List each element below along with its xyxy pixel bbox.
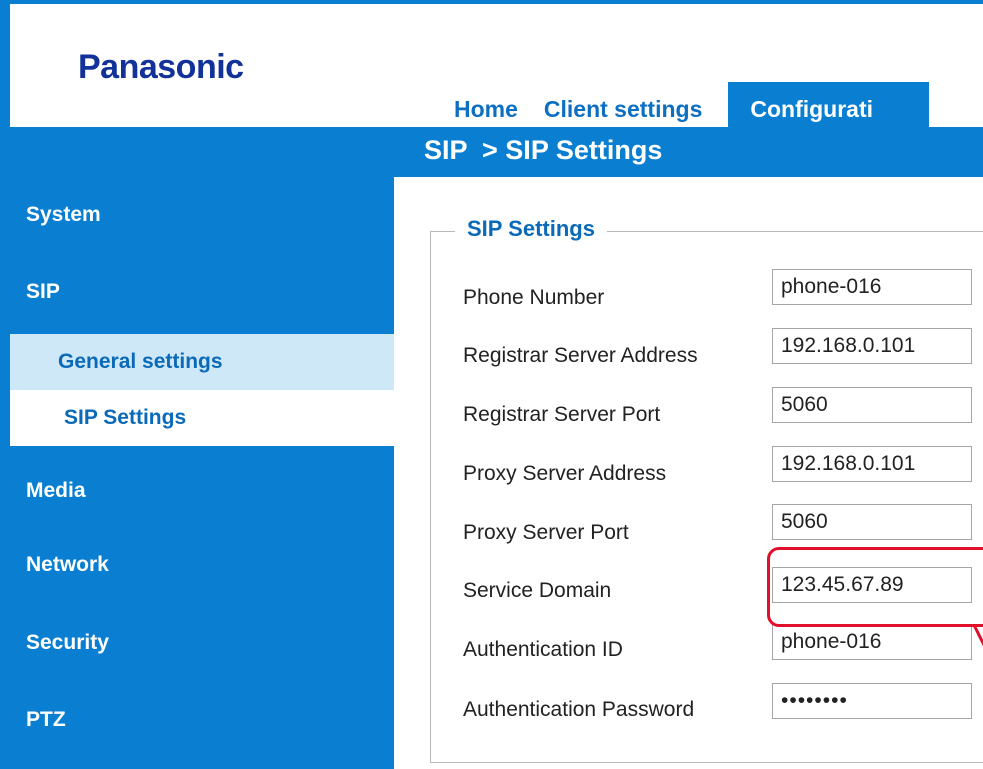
registrar-server-address-label: Registrar Server Address xyxy=(463,344,698,367)
sidebar-item-system[interactable]: System xyxy=(26,203,101,227)
phone-number-label: Phone Number xyxy=(463,286,605,309)
highlight-pointer xyxy=(972,625,983,647)
sidebar-item-label: General settings xyxy=(58,350,223,373)
authentication-password-field[interactable] xyxy=(772,683,972,719)
sidebar-item-sip-settings[interactable]: SIP Settings xyxy=(10,390,394,446)
header: Panasonic Home Client settings Configura… xyxy=(10,4,983,131)
proxy-server-port-field[interactable] xyxy=(772,504,972,540)
sidebar-item-sip[interactable]: SIP xyxy=(26,280,60,304)
panasonic-logo: Panasonic xyxy=(78,48,244,86)
tab-client-settings[interactable]: Client settings xyxy=(544,96,702,131)
phone-number-field[interactable] xyxy=(772,269,972,305)
sidebar-item-media[interactable]: Media xyxy=(26,479,86,503)
nav-tabs: Home Client settings Configurati xyxy=(454,82,930,131)
left-border xyxy=(0,0,10,769)
sidebar-item-general-settings[interactable]: General settings xyxy=(10,334,394,390)
service-domain-highlight xyxy=(767,547,983,627)
registrar-server-port-label: Registrar Server Port xyxy=(463,403,661,426)
breadcrumb-bar: SIP > SIP Settings xyxy=(10,127,983,177)
service-domain-label: Service Domain xyxy=(463,579,612,602)
authentication-id-label: Authentication ID xyxy=(463,638,623,661)
sidebar-item-label: SIP Settings xyxy=(64,406,187,429)
main-content: SIP Settings Phone Number Registrar Serv… xyxy=(394,177,983,769)
group-legend: SIP Settings xyxy=(455,216,607,242)
sidebar-item-network[interactable]: Network xyxy=(26,553,109,577)
sidebar-item-ptz[interactable]: PTZ xyxy=(26,708,66,732)
proxy-server-address-field[interactable] xyxy=(772,446,972,482)
registrar-server-address-field[interactable] xyxy=(772,328,972,364)
tab-home[interactable]: Home xyxy=(454,96,518,131)
proxy-server-address-label: Proxy Server Address xyxy=(463,462,667,485)
tab-configuration[interactable]: Configurati xyxy=(728,82,930,131)
authentication-password-label: Authentication Password xyxy=(463,698,695,721)
sidebar: System SIP General settings SIP Settings… xyxy=(10,177,394,769)
breadcrumb: SIP > SIP Settings xyxy=(424,135,663,165)
proxy-server-port-label: Proxy Server Port xyxy=(463,521,629,544)
authentication-id-field[interactable] xyxy=(772,624,972,660)
registrar-server-port-field[interactable] xyxy=(772,387,972,423)
sidebar-item-security[interactable]: Security xyxy=(26,631,109,655)
